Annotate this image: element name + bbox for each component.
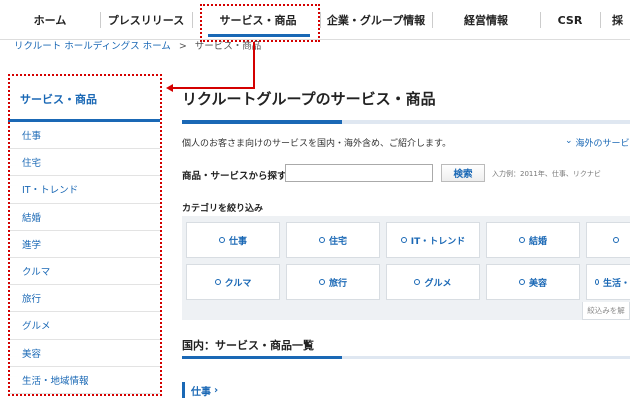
circle-icon — [518, 279, 525, 285]
category-label: 住宅 — [328, 236, 347, 247]
section-title: 国内：サービス・商品一覧 — [182, 339, 314, 352]
circle-icon — [318, 237, 325, 243]
category-label: 旅行 — [328, 278, 347, 289]
search-label: 商品・サービスから探す — [182, 171, 287, 182]
circle-icon — [613, 237, 619, 243]
category-car[interactable]: クルマ — [186, 264, 280, 300]
subsection-work-link[interactable]: 仕事 › — [182, 382, 218, 398]
overseas-services-link[interactable]: ⌄ 海外のサービス — [565, 136, 630, 149]
nav-corporate[interactable]: 企業・グループ情報 — [320, 0, 432, 40]
nav-csr[interactable]: CSR — [540, 0, 600, 40]
nav-divider — [192, 12, 193, 28]
category-panel: 仕事 住宅 IT・トレンド 結婚 クルマ 旅行 グルメ 美容 生活・ — [182, 216, 630, 320]
category-education[interactable] — [586, 222, 630, 258]
page-title: リクルートグループのサービス・商品 — [182, 90, 436, 108]
nav-home[interactable]: ホーム — [0, 0, 100, 40]
category-label: 仕事 — [228, 236, 247, 247]
chevron-down-icon: ⌄ — [565, 136, 573, 146]
breadcrumb-current: サービス・商品 — [194, 41, 262, 52]
category-housing[interactable]: 住宅 — [286, 222, 380, 258]
breadcrumb: リクルート ホールディングス ホーム > サービス・商品 — [14, 40, 261, 54]
sidebar-highlight-box — [8, 74, 162, 396]
category-beauty[interactable]: 美容 — [486, 264, 580, 300]
section-rule-accent — [182, 356, 342, 359]
circle-icon — [595, 279, 599, 285]
category-local-info[interactable]: 生活・ — [586, 264, 630, 300]
category-label: グルメ — [424, 278, 452, 289]
circle-icon — [318, 279, 325, 285]
search-button[interactable]: 検索 — [441, 164, 485, 182]
search-input[interactable] — [285, 164, 433, 182]
category-label: 美容 — [528, 278, 547, 289]
arrow-head-icon — [166, 84, 173, 92]
circle-icon — [214, 279, 221, 285]
category-label: 結婚 — [528, 236, 547, 247]
breadcrumb-home-link[interactable]: リクルート ホールディングス ホーム — [14, 40, 171, 54]
clear-filter-tab[interactable]: 絞込みを解 — [582, 302, 630, 320]
category-marriage[interactable]: 結婚 — [486, 222, 580, 258]
arrow-connector-vertical — [253, 42, 255, 88]
circle-icon — [414, 279, 421, 285]
circle-icon — [400, 237, 407, 243]
nav-recruit[interactable]: 採 — [612, 0, 630, 40]
title-rule-accent — [182, 120, 342, 124]
chevron-right-icon: › — [214, 384, 219, 396]
category-travel[interactable]: 旅行 — [286, 264, 380, 300]
subsection-label: 仕事 — [191, 386, 211, 398]
nav-press-release[interactable]: プレスリリース — [100, 0, 192, 40]
breadcrumb-separator: > — [178, 41, 187, 52]
circle-icon — [218, 237, 225, 243]
circle-icon — [518, 237, 525, 243]
nav-divider — [600, 12, 601, 28]
nav-management[interactable]: 経営情報 — [432, 0, 540, 40]
category-label: 生活・ — [602, 278, 630, 289]
category-label: クルマ — [224, 278, 252, 289]
overseas-link-label: 海外のサービス — [575, 139, 630, 149]
filter-label: カテゴリを絞り込み — [182, 204, 264, 214]
category-work[interactable]: 仕事 — [186, 222, 280, 258]
category-it-trend[interactable]: IT・トレンド — [386, 222, 480, 258]
category-label: IT・トレンド — [410, 236, 466, 247]
intro-text: 個人のお客さま向けのサービスを国内・海外含め、ご紹介します。 — [182, 139, 452, 149]
category-gourmet[interactable]: グルメ — [386, 264, 480, 300]
nav-highlight-box — [200, 4, 320, 42]
search-example: 入力例：2011年、仕事、リクナビ — [492, 170, 601, 178]
